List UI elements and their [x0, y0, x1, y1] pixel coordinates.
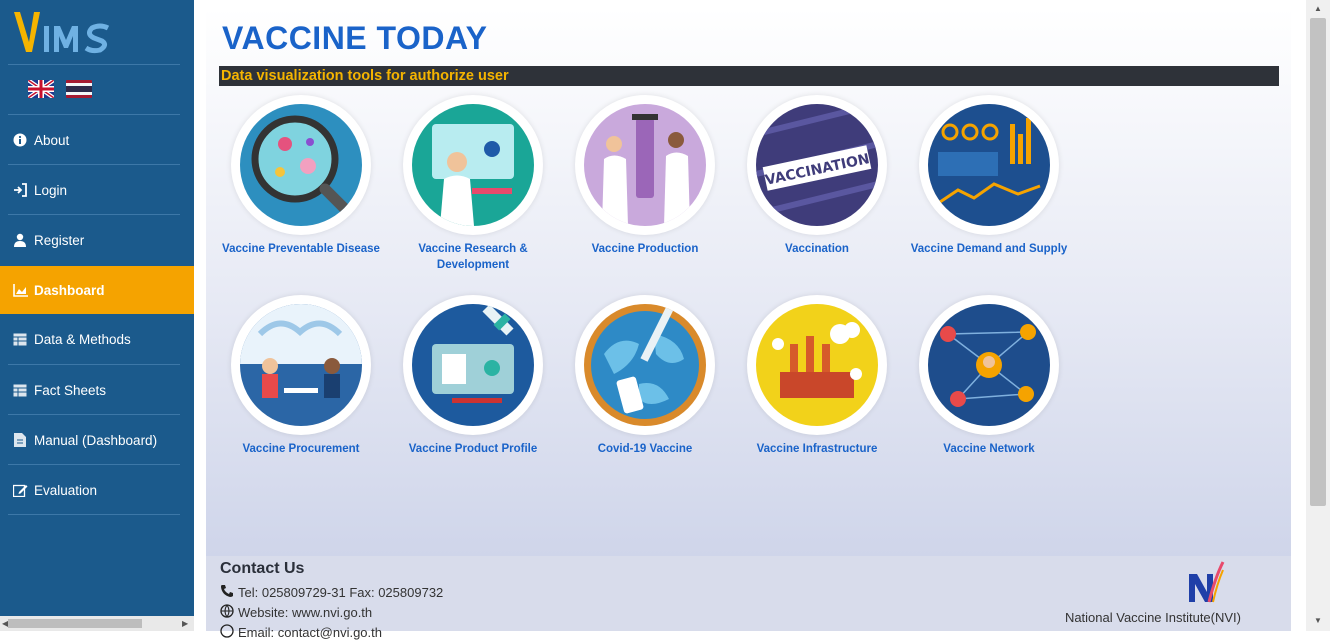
tile-label: Vaccine Product Profile	[408, 443, 538, 455]
info-icon	[12, 132, 28, 148]
table-icon	[12, 382, 28, 398]
sidebar-item-about[interactable]: About	[0, 116, 194, 164]
thai-flag-icon[interactable]	[66, 80, 92, 98]
tile-vaccination[interactable]: VACCINATION Vaccination	[732, 95, 902, 257]
researcher-lab-icon	[412, 104, 534, 226]
tile-label: Vaccine Procurement	[242, 443, 360, 455]
procurement-meeting-icon	[240, 304, 362, 426]
tile-label: Vaccination	[785, 243, 849, 255]
tile-label: Vaccine Research & Development	[418, 243, 528, 271]
microscope-germs-icon	[240, 104, 362, 226]
tile-vaccine-product-profile[interactable]: Vaccine Product Profile	[388, 295, 558, 457]
scroll-down-icon[interactable]: ▼	[1314, 616, 1322, 625]
tile-label: Vaccine Production	[591, 243, 699, 255]
tile-label: Vaccine Infrastructure	[756, 443, 878, 455]
sidebar-item-login[interactable]: Login	[0, 166, 194, 214]
tile-label: Vaccine Preventable Disease	[222, 243, 380, 255]
sidebar-item-label: Register	[34, 232, 85, 248]
globe-icon	[220, 604, 234, 621]
sidebar-item-data-methods[interactable]: Data & Methods	[0, 315, 194, 363]
scientists-syringe-icon	[584, 104, 706, 226]
login-icon	[12, 182, 28, 198]
contact-tel-text: Tel: 025809729-31 Fax: 025809732	[238, 585, 444, 600]
tile-vaccine-research-development[interactable]: Vaccine Research & Development	[388, 95, 558, 273]
globe-syringe-icon	[584, 304, 706, 426]
language-switcher	[28, 80, 92, 102]
subtitle-bar: Data visualization tools for authorize u…	[219, 66, 1279, 86]
tile-label: Covid-19 Vaccine	[597, 443, 693, 455]
sidebar-item-label: Dashboard	[34, 282, 105, 298]
contact-website-text[interactable]: Website: www.nvi.go.th	[238, 605, 372, 620]
tile-vaccine-demand-supply[interactable]: Vaccine Demand and Supply	[904, 95, 1074, 257]
contact-tel: Tel: 025809729-31 Fax: 025809732	[220, 584, 443, 601]
sidebar-item-evaluation[interactable]: Evaluation	[0, 466, 194, 514]
main-panel: VACCINE TODAY Data visualization tools f…	[206, 8, 1291, 556]
tile-label: Vaccine Demand and Supply	[910, 243, 1068, 255]
sidebar-item-label: Manual (Dashboard)	[34, 432, 158, 448]
scrollbar-thumb[interactable]	[1310, 18, 1326, 506]
contact-title: Contact Us	[220, 560, 305, 577]
sidebar-item-label: Evaluation	[34, 482, 98, 498]
tile-vaccine-infrastructure[interactable]: Vaccine Infrastructure	[732, 295, 902, 457]
vims-logo[interactable]	[8, 8, 188, 58]
sidebar-item-label: Login	[34, 182, 68, 198]
contact-email-text[interactable]: Email: contact@nvi.go.th	[238, 625, 382, 640]
tile-vaccine-procurement[interactable]: Vaccine Procurement	[216, 295, 386, 457]
scroll-up-icon[interactable]: ▲	[1314, 4, 1322, 13]
uk-flag-icon[interactable]	[28, 80, 54, 98]
vials-syringe-icon	[412, 304, 534, 426]
contact-email[interactable]: Email: contact@nvi.go.th	[220, 624, 382, 641]
page-title: VACCINE TODAY	[222, 20, 488, 56]
tile-vaccine-network[interactable]: Vaccine Network	[904, 295, 1074, 457]
phone-icon	[220, 584, 234, 601]
sidebar-item-register[interactable]: Register	[0, 216, 194, 264]
sidebar-item-dashboard[interactable]: Dashboard	[0, 266, 194, 314]
sidebar-horizontal-scrollbar[interactable]: ◀ ▶	[0, 616, 194, 631]
sidebar-item-label: Data & Methods	[34, 331, 131, 347]
footer: Contact Us Tel: 025809729-31 Fax: 025809…	[206, 556, 1291, 640]
sidebar-item-label: Fact Sheets	[34, 382, 107, 398]
email-icon	[220, 624, 234, 641]
edit-icon	[12, 482, 28, 498]
scroll-right-icon[interactable]: ▶	[182, 619, 188, 628]
page-vertical-scrollbar[interactable]: ▲ ▼	[1306, 0, 1330, 631]
tile-label: Vaccine Network	[943, 443, 1035, 455]
sidebar-item-manual[interactable]: Manual (Dashboard)	[0, 416, 194, 464]
tile-covid19-vaccine[interactable]: Covid-19 Vaccine	[560, 295, 730, 457]
nvi-logo	[1189, 561, 1225, 603]
people-network-icon	[928, 304, 1050, 426]
contact-website[interactable]: Website: www.nvi.go.th	[220, 604, 372, 621]
factory-industry-icon	[756, 304, 878, 426]
tile-image	[403, 95, 543, 235]
tile-image	[575, 95, 715, 235]
subtitle: Data visualization tools for authorize u…	[221, 68, 509, 84]
table-icon	[12, 331, 28, 347]
file-icon	[12, 432, 28, 448]
user-icon	[12, 232, 28, 248]
tile-image	[231, 295, 371, 435]
tile-vaccine-production[interactable]: Vaccine Production	[560, 95, 730, 257]
tile-image	[919, 295, 1059, 435]
dashboard-charts-icon	[928, 104, 1050, 226]
sidebar: About Login Register Dashboard Data & Me…	[0, 0, 194, 631]
tile-image	[231, 95, 371, 235]
tile-vaccine-preventable-disease[interactable]: Vaccine Preventable Disease	[216, 95, 386, 257]
tile-image	[575, 295, 715, 435]
chart-icon	[12, 282, 28, 298]
tile-image	[747, 295, 887, 435]
tile-image	[403, 295, 543, 435]
scrollbar-thumb[interactable]	[8, 619, 142, 628]
organization-name: National Vaccine Institute(NVI)	[1064, 610, 1241, 625]
sidebar-item-fact-sheets[interactable]: Fact Sheets	[0, 366, 194, 414]
sidebar-item-label: About	[34, 132, 70, 148]
tile-image	[919, 95, 1059, 235]
vaccination-banner-icon: VACCINATION	[756, 104, 878, 226]
tile-image: VACCINATION	[747, 95, 887, 235]
